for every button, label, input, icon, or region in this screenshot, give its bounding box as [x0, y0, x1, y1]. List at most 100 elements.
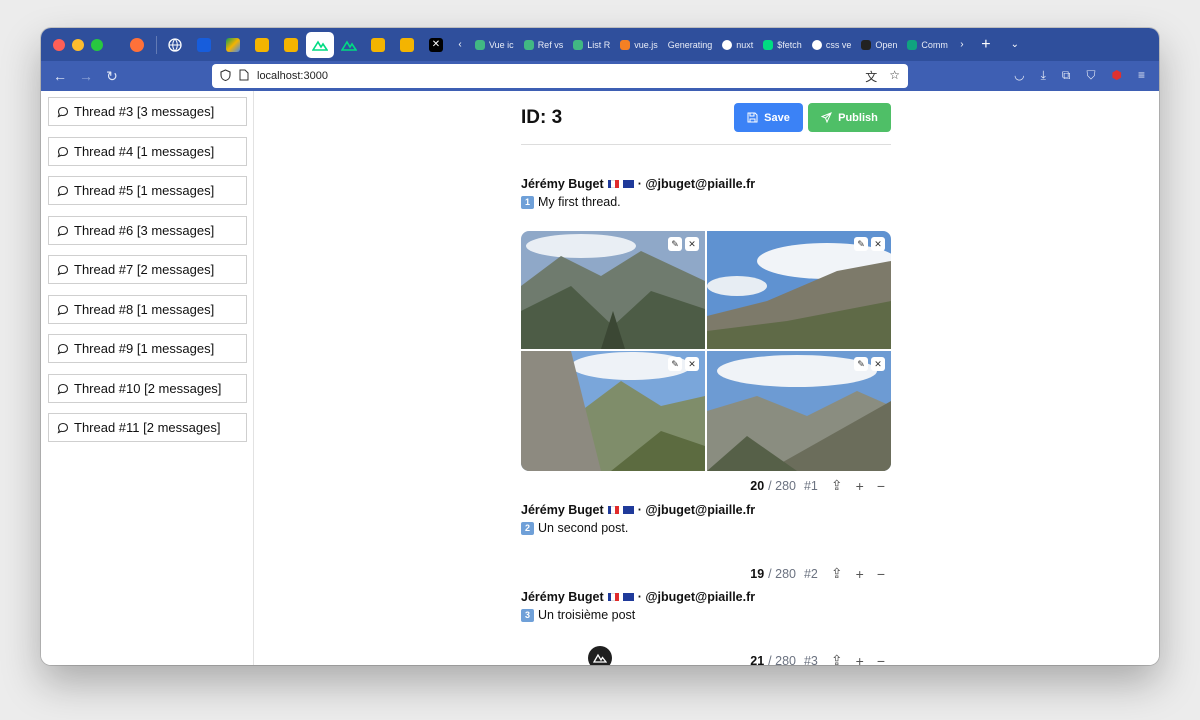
- sidebar-item-thread-5[interactable]: Thread #5 [1 messages]: [48, 176, 247, 205]
- remove-post-icon[interactable]: −: [877, 566, 885, 582]
- tabs-scroll-right-icon[interactable]: ›: [953, 32, 971, 58]
- sidebar-item-thread-6[interactable]: Thread #6 [3 messages]: [48, 216, 247, 245]
- tab-8[interactable]: Open: [856, 32, 902, 58]
- thread-sidebar: Thread #3 [3 messages] Thread #4 [1 mess…: [41, 91, 254, 665]
- char-limit: / 280: [768, 566, 796, 581]
- post-image[interactable]: ✎ ✕: [521, 231, 705, 349]
- list-tabs-chevron-icon[interactable]: ⌄: [1001, 32, 1029, 58]
- slides-tab-icon-4[interactable]: [393, 32, 421, 58]
- sidebar-item-thread-11[interactable]: Thread #11 [2 messages]: [48, 413, 247, 442]
- firefox-view-icon[interactable]: [123, 32, 151, 58]
- page-title: ID: 3: [521, 107, 563, 128]
- close-window-button[interactable]: [53, 38, 65, 51]
- chat-bubble-icon: [57, 185, 69, 197]
- sidebar-item-thread-7[interactable]: Thread #7 [2 messages]: [48, 255, 247, 284]
- ublock-icon[interactable]: ⬢: [1112, 68, 1122, 83]
- post-image[interactable]: ✎ ✕: [707, 351, 891, 471]
- downloads-icon[interactable]: ⤓: [1041, 68, 1046, 83]
- add-post-icon[interactable]: +: [856, 478, 864, 494]
- remove-post-icon[interactable]: −: [877, 653, 885, 666]
- drive-tab-icon[interactable]: [219, 32, 247, 58]
- sidebar-item-thread-9[interactable]: Thread #9 [1 messages]: [48, 334, 247, 363]
- nuxt-tab-active[interactable]: [306, 31, 334, 58]
- back-icon[interactable]: ←: [47, 68, 73, 84]
- sidebar-item-thread-8[interactable]: Thread #8 [1 messages]: [48, 295, 247, 324]
- reload-icon[interactable]: ↻: [99, 68, 125, 85]
- url-text[interactable]: localhost:3000: [257, 70, 328, 82]
- post-toolbar: 19 / 280 #2 ⇪ + −: [750, 565, 885, 582]
- tab-9[interactable]: Comm: [902, 32, 953, 58]
- remove-image-icon[interactable]: ✕: [871, 357, 885, 371]
- github-icon: [811, 39, 822, 50]
- remove-image-icon[interactable]: ✕: [685, 357, 699, 371]
- sidebar-item-thread-10[interactable]: Thread #10 [2 messages]: [48, 374, 247, 403]
- bitwarden-extension-icon[interactable]: ⛉: [1086, 68, 1095, 83]
- post-text[interactable]: 1 My first thread.: [521, 195, 621, 209]
- menu-icon[interactable]: ≡: [1138, 68, 1145, 83]
- zoom-window-button[interactable]: [91, 38, 103, 51]
- save-button[interactable]: Save: [734, 103, 803, 132]
- sidebar-item-thread-3[interactable]: Thread #3 [3 messages]: [48, 97, 247, 126]
- bookmark-star-icon[interactable]: ☆: [889, 68, 900, 85]
- remove-image-icon[interactable]: ✕: [685, 237, 699, 251]
- edit-pencil-icon[interactable]: ✎: [668, 357, 682, 371]
- pocket-icon[interactable]: ◡: [1014, 68, 1024, 83]
- divider: [521, 144, 891, 145]
- chat-bubble-icon: [57, 304, 69, 316]
- nuxt-icon: [763, 39, 774, 50]
- stackoverflow-icon: [620, 39, 631, 50]
- translate-icon[interactable]: 文: [865, 68, 877, 85]
- add-post-icon[interactable]: +: [856, 653, 864, 666]
- post-text[interactable]: 2 Un second post.: [521, 521, 628, 535]
- tab-1[interactable]: Ref vs: [519, 32, 569, 58]
- tabs-scroll-left-icon[interactable]: ‹: [451, 32, 469, 58]
- post-image[interactable]: ✎ ✕: [521, 351, 705, 471]
- tab-0[interactable]: Vue ic: [470, 32, 519, 58]
- post-image-gallery: ✎ ✕ ✎ ✕ ✎ ✕ ✎ ✕: [521, 231, 891, 471]
- slides-tab-icon-3[interactable]: [364, 32, 392, 58]
- bitwarden-tab-icon[interactable]: [190, 32, 218, 58]
- add-post-icon[interactable]: +: [856, 566, 864, 582]
- thread-editor: ID: 3 Save Publish Jérémy Buget · @jbuge…: [521, 91, 891, 665]
- window-controls: [53, 38, 123, 51]
- extensions-icon[interactable]: ⧉: [1062, 68, 1071, 83]
- tab-4[interactable]: Generating: [663, 32, 718, 58]
- tab-3[interactable]: vue.js: [615, 32, 663, 58]
- globe-tab-icon[interactable]: [161, 32, 189, 58]
- post-toolbar: 20 / 280 #1 ⇪ + −: [750, 477, 885, 494]
- tab-7[interactable]: css ve: [807, 32, 857, 58]
- new-tab-icon[interactable]: +: [972, 32, 1000, 58]
- post-author: Jérémy Buget · @jbuget@piaille.fr: [521, 503, 756, 517]
- france-flag-icon: [607, 506, 619, 514]
- post-image[interactable]: ✎ ✕: [707, 231, 891, 349]
- shield-icon[interactable]: [220, 68, 231, 84]
- nuxt-tab-icon[interactable]: [335, 32, 363, 58]
- slides-tab-icon-2[interactable]: [277, 32, 305, 58]
- chat-bubble-icon: [57, 106, 69, 118]
- tab-5[interactable]: nuxt: [717, 32, 758, 58]
- upload-icon[interactable]: ⇪: [831, 477, 843, 494]
- edit-pencil-icon[interactable]: ✎: [668, 237, 682, 251]
- upload-icon[interactable]: ⇪: [831, 565, 843, 582]
- upload-icon[interactable]: ⇪: [831, 652, 843, 665]
- char-count: 21: [750, 653, 765, 666]
- nuxt-logo-icon: [593, 653, 607, 663]
- forward-icon[interactable]: →: [73, 68, 99, 84]
- publish-button[interactable]: Publish: [808, 103, 891, 132]
- slides-tab-icon[interactable]: [248, 32, 276, 58]
- page-content: Thread #3 [3 messages] Thread #4 [1 mess…: [41, 91, 1159, 665]
- remove-image-icon[interactable]: ✕: [871, 237, 885, 251]
- x-tab-icon[interactable]: ✕: [422, 32, 450, 58]
- minimize-window-button[interactable]: [72, 38, 84, 51]
- post-text[interactable]: 3 Un troisième post: [521, 608, 635, 622]
- keycap-number-icon: 1: [521, 195, 534, 209]
- nuxt-devtools-button[interactable]: [588, 646, 612, 665]
- tab-6[interactable]: $fetch: [758, 32, 807, 58]
- remove-post-icon[interactable]: −: [877, 478, 885, 494]
- address-bar[interactable]: localhost:3000 文 ☆: [212, 64, 908, 88]
- edit-pencil-icon[interactable]: ✎: [854, 357, 868, 371]
- page-icon: [239, 69, 249, 84]
- edit-pencil-icon[interactable]: ✎: [854, 237, 868, 251]
- sidebar-item-thread-4[interactable]: Thread #4 [1 messages]: [48, 137, 247, 166]
- tab-2[interactable]: List R: [568, 32, 615, 58]
